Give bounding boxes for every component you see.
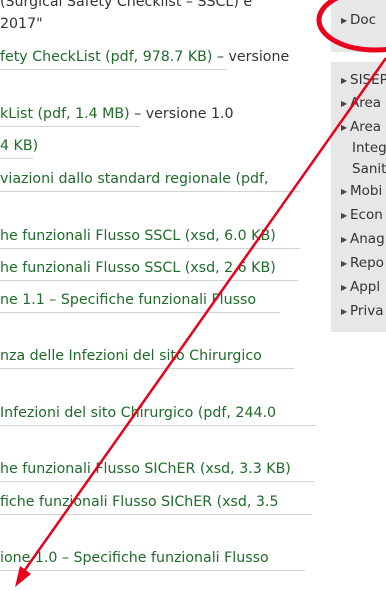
sidebar-item-sisep[interactable]: ▶ SISEP [341,72,386,89]
caret-right-icon: ▶ [341,123,348,132]
link-underline [0,191,300,192]
document-link[interactable]: he funzionali Flusso SSCL (xsd, 6.0 KB) [0,226,276,246]
document-list: (Surgical Safety Checklist – SSCL) e 201… [0,0,330,591]
link-sorveglianza-infezioni[interactable]: nza delle Infezioni del sito Chirurgico [0,348,262,364]
document-link[interactable]: fiche funzionali Flusso SIChER (xsd, 3.5 [0,492,279,512]
caret-right-icon: ▶ [341,283,348,292]
link-underline [0,248,300,249]
link-versione-1-0[interactable]: ione 1.0 – Specifiche funzionali Flusso [0,550,269,566]
document-link[interactable]: nza delle Infezioni del sito Chirurgico [0,346,262,366]
sidebar-item-area-2-line-3[interactable]: Sanit [352,161,386,178]
sidebar-item-area-2[interactable]: ▶ Area [341,119,381,136]
link-underline [0,158,33,159]
link-underline [0,368,294,369]
sidebar-menu-panel: ▶ SISEP ▶ Area ▶ Area Integ Sanit ▶ Mobi ▶ Ec… [331,62,386,332]
caret-right-icon: ▶ [341,211,348,220]
document-link[interactable]: 4 KB) [0,136,38,156]
caret-right-icon: ▶ [341,187,348,196]
sidebar-item-repo[interactable]: ▶ Repo [341,255,384,272]
sidebar-item-priva[interactable]: ▶ Priva [341,303,383,320]
caret-right-icon: ▶ [341,76,348,85]
link-underline [0,312,280,313]
caret-right-icon: ▶ [341,16,348,25]
sidebar-item-appl[interactable]: ▶ Appl [341,279,380,296]
link-underline [0,126,140,127]
sidebar-item-mobi[interactable]: ▶ Mobi [341,183,382,200]
document-link[interactable]: he funzionali Flusso SSCL (xsd, 2.6 KB) [0,258,276,278]
link-sscl-xsd-6[interactable]: he funzionali Flusso SSCL (xsd, 6.0 KB) [0,228,276,244]
text-line: (Surgical Safety Checklist – SSCL) e [0,0,253,10]
link-underline [0,69,226,70]
link-underline [0,425,316,426]
link-underline [0,481,314,482]
document-link[interactable]: he funzionali Flusso SIChER (xsd, 3.3 KB… [0,459,291,479]
link-sscl-checklist-pdf[interactable]: fety CheckList (pdf, 978.7 KB) [0,49,212,65]
caret-right-icon: ▶ [341,99,348,108]
link-underline [0,514,312,515]
document-link[interactable]: ne 1.1 – Specifiche funzionali Flusso [0,290,256,310]
caret-right-icon: ▶ [341,307,348,316]
link-sscl-xsd-2[interactable]: he funzionali Flusso SSCL (xsd, 2.6 KB) [0,260,276,276]
document-link[interactable]: fety CheckList (pdf, 978.7 KB) – version… [0,47,289,67]
link-versione-1-1[interactable]: ne 1.1 – Specifiche funzionali Flusso [0,292,256,308]
sidebar-item-anag[interactable]: ▶ Anag [341,231,385,248]
document-link[interactable]: kList (pdf, 1.4 MB) – versione 1.0 [0,104,234,124]
link-underline [0,280,298,281]
document-link[interactable]: viazioni dallo standard regionale (pdf, [0,169,269,189]
text-line: 2017" [0,16,43,32]
sidebar-current-section: ▶ Doc [331,0,386,52]
link-underline [0,570,305,571]
caret-right-icon: ▶ [341,235,348,244]
link-infezioni-pdf[interactable]: Infezioni del sito Chirurgico (pdf, 244.… [0,405,276,421]
link-kb-file[interactable]: 4 KB) [0,138,38,154]
sidebar-item-doc[interactable]: ▶ Doc [341,12,376,29]
document-link[interactable]: Infezioni del sito Chirurgico (pdf, 244.… [0,403,276,423]
link-sicher-xsd-3-3[interactable]: he funzionali Flusso SIChER (xsd, 3.3 KB… [0,461,291,477]
sidebar-item-area-1[interactable]: ▶ Area [341,95,381,112]
document-link[interactable]: ione 1.0 – Specifiche funzionali Flusso [0,548,269,568]
link-sicher-xsd-3-5[interactable]: fiche funzionali Flusso SIChER (xsd, 3.5 [0,494,279,510]
sidebar-navigation: ▶ Doc ▶ SISEP ▶ Area ▶ Area Integ Sanit ▶ Mob… [331,0,386,591]
link-deviazioni-pdf[interactable]: viazioni dallo standard regionale (pdf, [0,171,269,187]
sidebar-item-area-2-line-2[interactable]: Integ [352,140,386,157]
caret-right-icon: ▶ [341,259,348,268]
link-checklist-pdf[interactable]: kList (pdf, 1.4 MB) [0,106,130,122]
sidebar-item-econ[interactable]: ▶ Econ [341,207,383,224]
